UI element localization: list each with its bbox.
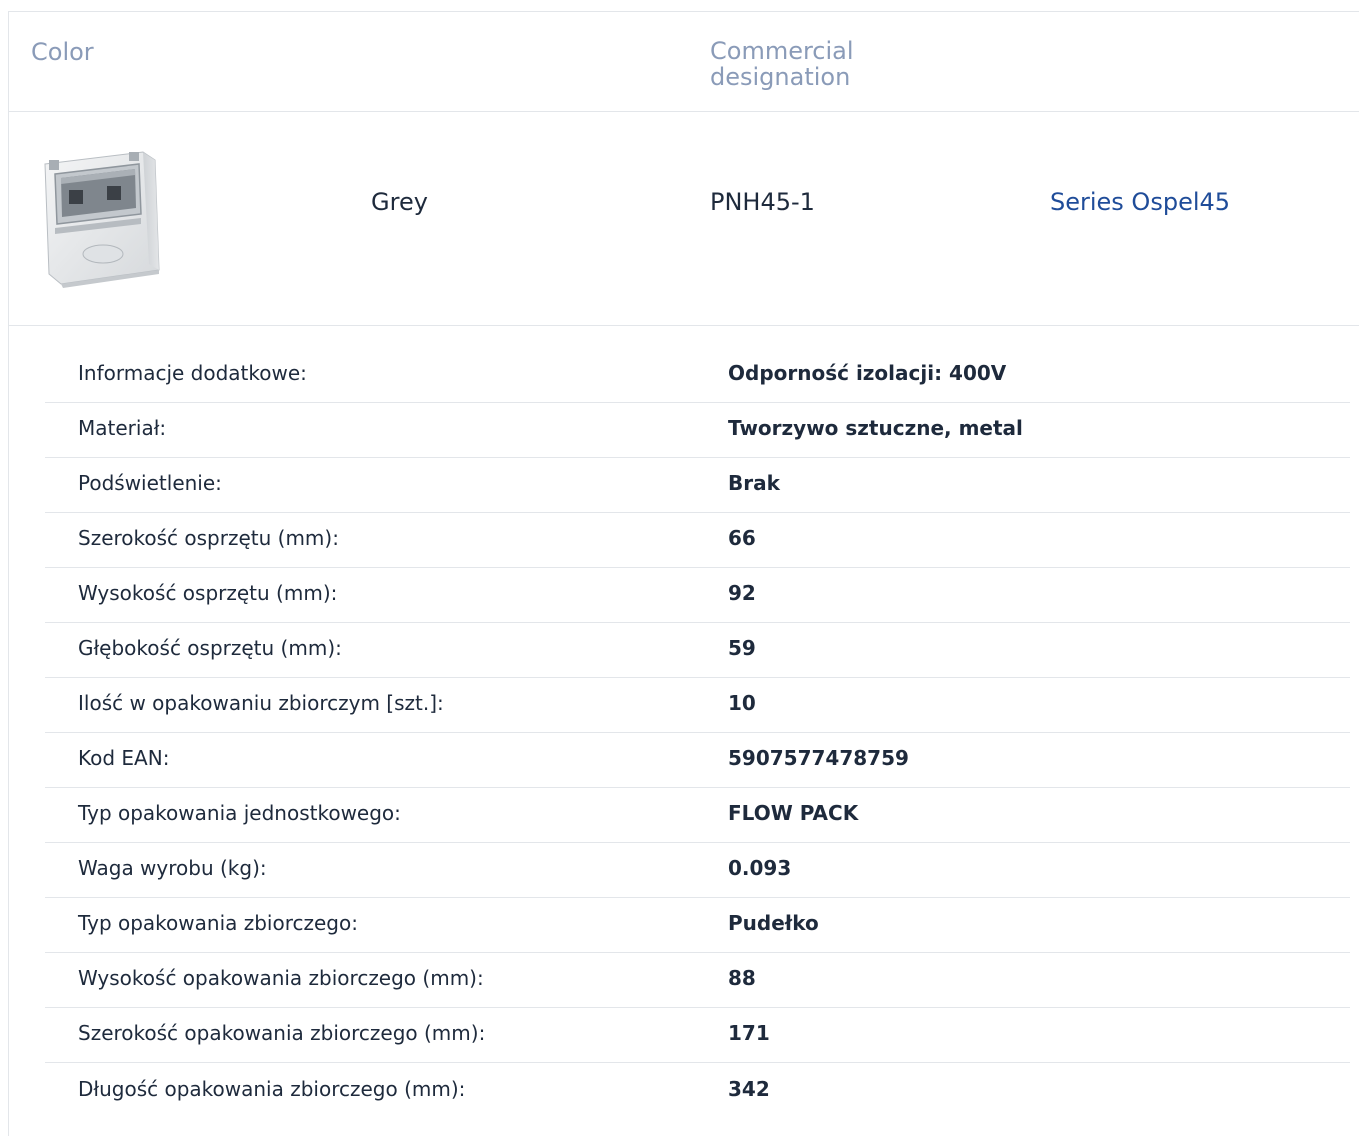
spec-label: Wysokość osprzętu (mm): <box>78 581 338 605</box>
spec-value: 5907577478759 <box>728 746 909 770</box>
table-header: Color Commercial designation <box>9 12 1359 112</box>
spec-value: Pudełko <box>728 911 819 935</box>
spec-value: FLOW PACK <box>728 801 859 825</box>
spec-label: Podświetlenie: <box>78 471 222 495</box>
series-link[interactable]: Series Ospel45 <box>1050 188 1230 216</box>
commercial-designation-value: PNH45-1 <box>710 188 815 216</box>
spec-label: Informacje dodatkowe: <box>78 361 307 385</box>
spec-label: Waga wyrobu (kg): <box>78 856 267 880</box>
spec-row: Głębokość osprzętu (mm): 59 <box>45 623 1350 678</box>
spec-label: Typ opakowania zbiorczego: <box>78 911 358 935</box>
spec-value: 171 <box>728 1021 770 1045</box>
spec-value: Tworzywo sztuczne, metal <box>728 416 1023 440</box>
spec-label: Długość opakowania zbiorczego (mm): <box>78 1077 466 1101</box>
spec-label: Ilość w opakowaniu zbiorczym [szt.]: <box>78 691 444 715</box>
product-variant-row: Grey PNH45-1 Series Ospel45 <box>9 112 1359 326</box>
spec-row: Materiał: Tworzywo sztuczne, metal <box>45 403 1350 458</box>
enclosure-product-photo-icon <box>44 151 160 288</box>
spec-label: Szerokość osprzętu (mm): <box>78 526 339 550</box>
color-column-header: Color <box>31 38 94 66</box>
spec-row: Kod EAN: 5907577478759 <box>45 733 1350 788</box>
spec-label: Wysokość opakowania zbiorczego (mm): <box>78 966 484 990</box>
spec-value: Odporność izolacji: 400V <box>728 361 1007 385</box>
spec-row: Wysokość osprzętu (mm): 92 <box>45 568 1350 623</box>
spec-value: 342 <box>728 1077 770 1101</box>
spec-row: Informacje dodatkowe: Odporność izolacji:… <box>45 331 1350 403</box>
spec-row: Szerokość opakowania zbiorczego (mm): 171 <box>45 1008 1350 1063</box>
spec-value: 92 <box>728 581 756 605</box>
spec-label: Kod EAN: <box>78 746 170 770</box>
spec-label: Typ opakowania jednostkowego: <box>78 801 401 825</box>
spec-value: 66 <box>728 526 756 550</box>
spec-value: Brak <box>728 471 780 495</box>
spec-row: Waga wyrobu (kg): 0.093 <box>45 843 1350 898</box>
commercial-designation-column-header: Commercial designation <box>710 37 854 91</box>
spec-row: Wysokość opakowania zbiorczego (mm): 88 <box>45 953 1350 1008</box>
spec-value: 10 <box>728 691 756 715</box>
technical-specs-list: Informacje dodatkowe: Odporność izolacji:… <box>45 331 1350 1118</box>
product-variants-table: Color Commercial designation Grey PNH45-… <box>8 11 1359 1136</box>
product-color-value: Grey <box>371 188 428 216</box>
spec-row: Długość opakowania zbiorczego (mm): 342 <box>45 1063 1350 1118</box>
spec-row: Ilość w opakowaniu zbiorczym [szt.]: 10 <box>45 678 1350 733</box>
spec-row: Podświetlenie: Brak <box>45 458 1350 513</box>
spec-value: 59 <box>728 636 756 660</box>
spec-value: 0.093 <box>728 856 792 880</box>
spec-row: Szerokość osprzętu (mm): 66 <box>45 513 1350 568</box>
spec-value: 88 <box>728 966 756 990</box>
spec-label: Szerokość opakowania zbiorczego (mm): <box>78 1021 486 1045</box>
spec-row: Typ opakowania jednostkowego: FLOW PACK <box>45 788 1350 843</box>
spec-label: Materiał: <box>78 416 167 440</box>
spec-label: Głębokość osprzętu (mm): <box>78 636 342 660</box>
spec-row: Typ opakowania zbiorczego: Pudełko <box>45 898 1350 953</box>
